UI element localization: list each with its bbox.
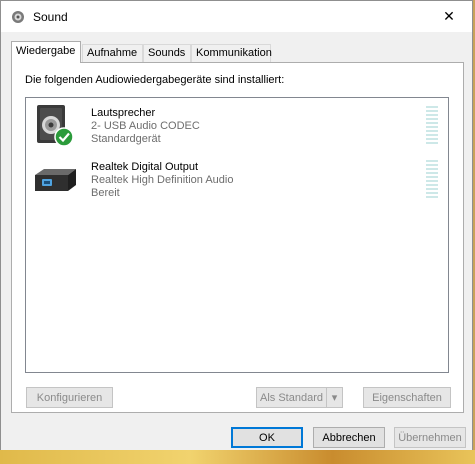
title-bar: Sound ✕ (1, 1, 472, 32)
device-status: Bereit (91, 187, 120, 199)
tab-wiedergabe[interactable]: Wiedergabe (11, 41, 81, 63)
tab-kommunikation[interactable]: Kommunikation (191, 44, 272, 62)
playback-panel: Die folgenden Audiowiedergabegeräte sind… (11, 62, 464, 413)
properties-button[interactable]: Eigenschaften (363, 387, 451, 408)
configure-button[interactable]: Konfigurieren (26, 387, 113, 408)
device-name: Lautsprecher (91, 107, 156, 119)
set-default-button[interactable]: Als Standard (256, 387, 326, 408)
chevron-down-icon: ▾ (331, 392, 338, 404)
digital-output-icon (35, 169, 76, 191)
sound-dialog: Sound ✕ Wiedergabe Aufnahme Sounds Kommu… (0, 0, 473, 455)
device-lautsprecher[interactable]: Lautsprecher 2- USB Audio CODEC Standard… (26, 101, 448, 153)
device-description: 2- USB Audio CODEC (91, 120, 200, 132)
device-list[interactable]: Lautsprecher 2- USB Audio CODEC Standard… (25, 97, 449, 373)
sound-app-icon (12, 11, 24, 23)
desktop-background (0, 450, 475, 464)
close-button[interactable]: ✕ (426, 1, 472, 32)
level-meter (426, 160, 438, 200)
device-name: Realtek Digital Output (91, 161, 198, 173)
tab-aufnahme[interactable]: Aufnahme (82, 44, 143, 62)
set-default-dropdown[interactable]: ▾ (326, 387, 343, 408)
cancel-button[interactable]: Abbrechen (313, 427, 385, 448)
device-realtek-digital-output[interactable]: Realtek Digital Output Realtek High Defi… (26, 155, 448, 207)
ok-button[interactable]: OK (231, 427, 303, 448)
device-status: Standardgerät (91, 133, 161, 145)
device-description: Realtek High Definition Audio (91, 174, 234, 186)
apply-button[interactable]: Übernehmen (394, 427, 466, 448)
intro-text: Die folgenden Audiowiedergabegeräte sind… (25, 74, 285, 86)
close-icon: ✕ (443, 8, 455, 24)
tab-sounds[interactable]: Sounds (143, 44, 191, 62)
speaker-icon (37, 105, 74, 147)
window-title: Sound (33, 10, 68, 24)
level-meter (426, 106, 438, 146)
